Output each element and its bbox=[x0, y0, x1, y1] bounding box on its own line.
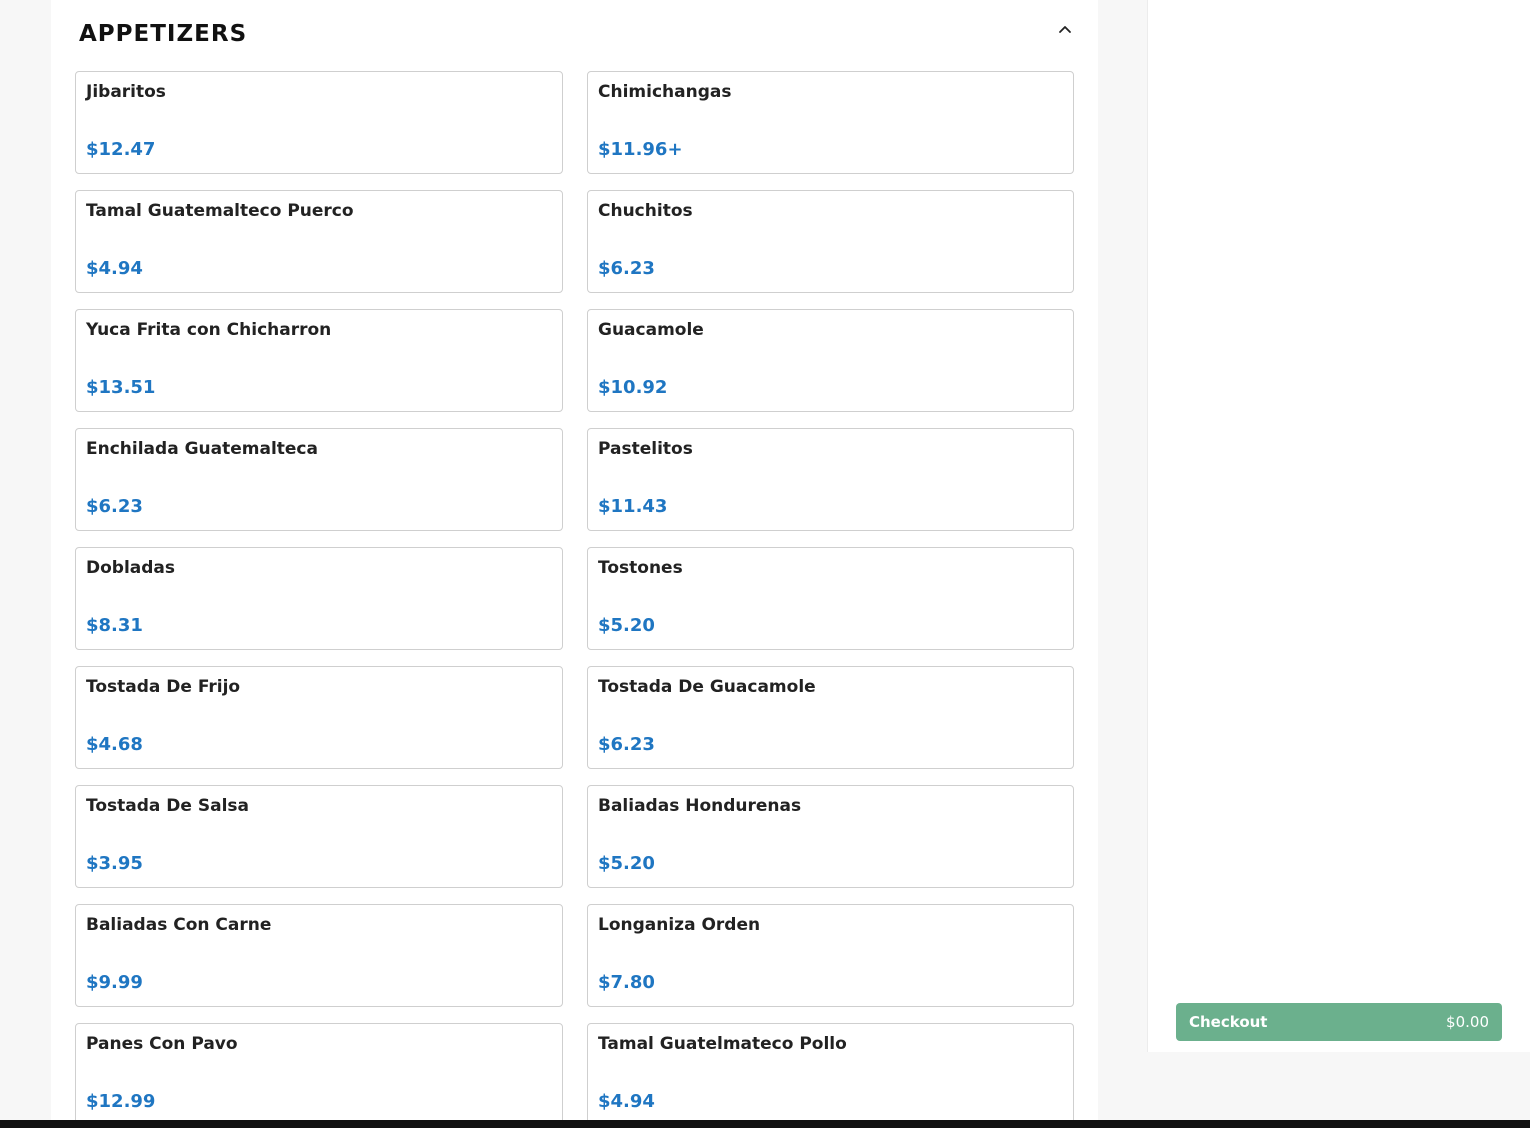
menu-item-name: Tostones bbox=[598, 558, 683, 578]
menu-item-name: Tostada De Salsa bbox=[86, 796, 249, 816]
menu-item-price: $6.23 bbox=[86, 496, 143, 517]
menu-item-card[interactable]: Tostada De Frijo $4.68 bbox=[75, 666, 563, 769]
bottom-bar bbox=[0, 1120, 1530, 1128]
menu-item-price: $8.31 bbox=[86, 615, 143, 636]
menu-item-card[interactable]: Tostada De Guacamole $6.23 bbox=[587, 666, 1074, 769]
cart-panel: Checkout $0.00 bbox=[1147, 0, 1530, 1052]
menu-item-name: Pastelitos bbox=[598, 439, 693, 459]
menu-item-price: $11.96+ bbox=[598, 139, 683, 160]
menu-item-name: Guacamole bbox=[598, 320, 704, 340]
menu-item-price: $5.20 bbox=[598, 853, 655, 874]
menu-item-card[interactable]: Panes Con Pavo $12.99 bbox=[75, 1023, 563, 1126]
menu-item-name: Tostada De Frijo bbox=[86, 677, 241, 697]
menu-item-name: Longaniza Orden bbox=[598, 915, 761, 935]
menu-item-price: $7.80 bbox=[598, 972, 655, 993]
menu-item-price: $12.99 bbox=[86, 1091, 156, 1112]
menu-item-price: $5.20 bbox=[598, 615, 655, 636]
menu-item-name: Tamal Guatemalteco Puerco bbox=[86, 201, 354, 221]
menu-item-price: $12.47 bbox=[86, 139, 156, 160]
menu-item-price: $11.43 bbox=[598, 496, 668, 517]
menu-panel: APPETIZERS Jibaritos $12.47 Chimichangas $1… bbox=[51, 0, 1098, 1128]
menu-item-price: $4.94 bbox=[86, 258, 143, 279]
page: APPETIZERS Jibaritos $12.47 Chimichangas $1… bbox=[0, 0, 1530, 1128]
section-title: APPETIZERS bbox=[79, 21, 248, 47]
menu-item-price: $10.92 bbox=[598, 377, 668, 398]
menu-item-name: Baliadas Con Carne bbox=[86, 915, 272, 935]
menu-item-card[interactable]: Dobladas $8.31 bbox=[75, 547, 563, 650]
menu-item-name: Panes Con Pavo bbox=[86, 1034, 238, 1054]
menu-item-card[interactable]: Tamal Guatelmateco Pollo $4.94 bbox=[587, 1023, 1074, 1126]
chevron-up-icon bbox=[1059, 26, 1071, 33]
menu-item-card[interactable]: Baliadas Hondurenas $5.20 bbox=[587, 785, 1074, 888]
menu-item-name: Baliadas Hondurenas bbox=[598, 796, 802, 816]
section-header: APPETIZERS bbox=[79, 0, 1079, 71]
menu-item-price: $6.23 bbox=[598, 258, 655, 279]
menu-item-name: Chimichangas bbox=[598, 82, 732, 102]
menu-item-price: $9.99 bbox=[86, 972, 143, 993]
menu-item-name: Tamal Guatelmateco Pollo bbox=[598, 1034, 847, 1054]
menu-item-card[interactable]: Longaniza Orden $7.80 bbox=[587, 904, 1074, 1007]
menu-item-price: $4.94 bbox=[598, 1091, 655, 1112]
menu-item-price: $3.95 bbox=[86, 853, 143, 874]
menu-item-grid: Jibaritos $12.47 Chimichangas $11.96+ Tamal … bbox=[75, 71, 1074, 1126]
menu-item-price: $4.68 bbox=[86, 734, 143, 755]
menu-item-name: Chuchitos bbox=[598, 201, 693, 221]
menu-item-card[interactable]: Enchilada Guatemalteca $6.23 bbox=[75, 428, 563, 531]
menu-item-card[interactable]: Baliadas Con Carne $9.99 bbox=[75, 904, 563, 1007]
menu-item-price: $13.51 bbox=[86, 377, 156, 398]
collapse-section-button[interactable] bbox=[1055, 19, 1075, 39]
menu-item-card[interactable]: Tostones $5.20 bbox=[587, 547, 1074, 650]
menu-item-card[interactable]: Jibaritos $12.47 bbox=[75, 71, 563, 174]
menu-item-name: Yuca Frita con Chicharron bbox=[86, 320, 332, 340]
menu-item-card[interactable]: Yuca Frita con Chicharron $13.51 bbox=[75, 309, 563, 412]
checkout-total: $0.00 bbox=[1446, 1013, 1489, 1031]
menu-item-card[interactable]: Chimichangas $11.96+ bbox=[587, 71, 1074, 174]
menu-item-name: Tostada De Guacamole bbox=[598, 677, 816, 697]
menu-item-name: Enchilada Guatemalteca bbox=[86, 439, 318, 459]
menu-item-name: Dobladas bbox=[86, 558, 176, 578]
menu-item-card[interactable]: Chuchitos $6.23 bbox=[587, 190, 1074, 293]
menu-item-card[interactable]: Tamal Guatemalteco Puerco $4.94 bbox=[75, 190, 563, 293]
checkout-button[interactable]: Checkout $0.00 bbox=[1176, 1003, 1502, 1041]
menu-item-name: Jibaritos bbox=[86, 82, 166, 102]
menu-item-card[interactable]: Tostada De Salsa $3.95 bbox=[75, 785, 563, 888]
menu-item-card[interactable]: Guacamole $10.92 bbox=[587, 309, 1074, 412]
checkout-label: Checkout bbox=[1189, 1013, 1268, 1031]
menu-item-price: $6.23 bbox=[598, 734, 655, 755]
menu-item-card[interactable]: Pastelitos $11.43 bbox=[587, 428, 1074, 531]
